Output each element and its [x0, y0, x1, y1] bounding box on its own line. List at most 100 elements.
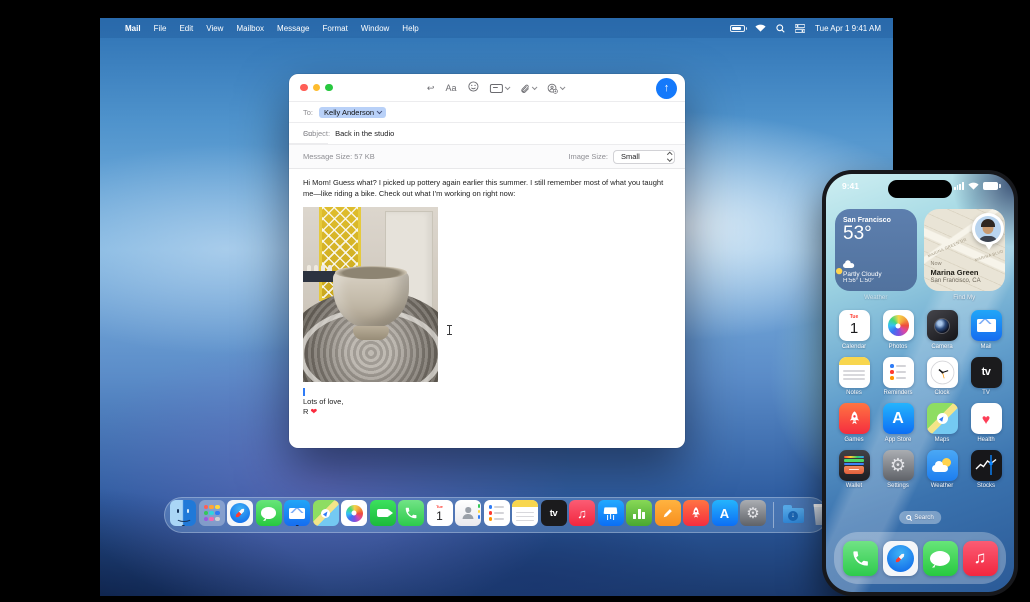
spotlight-search-pill[interactable]: Search [899, 511, 941, 524]
send-button[interactable]: ↑ [656, 77, 677, 99]
maps-app[interactable]: Maps [922, 403, 962, 443]
facetime-dock-icon[interactable] [369, 500, 396, 526]
menu-item-mailbox[interactable]: Mailbox [236, 24, 264, 33]
cellular-signal-icon [953, 182, 964, 190]
wifi-icon [968, 177, 979, 195]
image-size-select[interactable]: Small [613, 149, 675, 164]
insert-photo-icon[interactable] [546, 83, 566, 94]
safari-app-icon[interactable] [882, 540, 918, 576]
search-icon[interactable] [776, 23, 785, 33]
games-dock-icon[interactable] [683, 500, 709, 526]
header-fields-icon[interactable] [489, 83, 511, 93]
tv-app-icon[interactable]: tv [970, 356, 1002, 388]
numbers-dock-icon[interactable] [626, 500, 652, 526]
to-field[interactable]: To: Kelly Anderson [289, 102, 685, 123]
reminders-app-icon[interactable] [882, 356, 914, 388]
emoji-icon[interactable] [467, 79, 479, 97]
menu-bar-clock[interactable]: Tue Apr 1 9:41 AM [815, 24, 881, 33]
minimize-window-button[interactable] [312, 83, 320, 92]
undo-icon[interactable]: ↩ [427, 83, 435, 94]
calendar-app[interactable]: Tue 1 Calendar [834, 310, 874, 350]
format-icon[interactable]: Aa [445, 83, 456, 93]
maps-dock-icon[interactable] [312, 500, 339, 526]
health-app-icon[interactable]: ♥ [970, 403, 1002, 434]
weather-app[interactable]: Weather [922, 449, 962, 489]
wallet-app[interactable]: Wallet [834, 449, 874, 489]
findmy-widget[interactable]: MARINA GREEN DR MARINA BLVD Now Marina G… [923, 209, 1005, 291]
camera-app[interactable]: Camera [922, 310, 962, 350]
contacts-dock-icon[interactable] [455, 500, 481, 526]
stocks-app-icon[interactable] [970, 449, 1002, 481]
menu-item-help[interactable]: Help [402, 24, 418, 33]
messages-app-icon[interactable] [922, 540, 958, 576]
clock-app[interactable]: Clock [922, 356, 962, 396]
app-store-app-icon[interactable]: A [882, 403, 914, 434]
finder-dock-icon[interactable] [170, 500, 196, 526]
calendar-app-icon[interactable]: Tue 1 [838, 310, 870, 341]
phone-app-icon[interactable] [842, 540, 878, 576]
reminders-app[interactable]: Reminders [878, 356, 918, 396]
clock-app-icon[interactable] [926, 356, 958, 388]
maps-app-icon[interactable] [926, 403, 958, 434]
zoom-window-button[interactable] [325, 83, 333, 92]
wallet-app-icon[interactable] [838, 449, 870, 481]
cc-field[interactable]: Cc: [289, 123, 329, 144]
keynote-dock-icon[interactable] [597, 500, 624, 526]
weather-range: H:56° L:50° [843, 278, 874, 284]
tv-app[interactable]: tv TV [966, 356, 1006, 396]
music-dock-icon[interactable]: ♫ [569, 500, 595, 526]
dock-separator [772, 502, 774, 528]
attach-icon[interactable] [519, 83, 538, 94]
mail-dock-icon[interactable] [284, 500, 310, 526]
mail-app[interactable]: Mail [966, 310, 1006, 350]
weather-app-icon[interactable] [926, 449, 958, 481]
safari-dock-icon[interactable] [227, 500, 253, 526]
pottery-photo[interactable] [303, 207, 438, 382]
phone-dock-icon[interactable] [398, 500, 424, 526]
menu-item-edit[interactable]: Edit [179, 24, 193, 33]
settings-app-icon[interactable]: ⚙ [882, 449, 914, 481]
app-store-dock-icon[interactable]: A [711, 500, 738, 526]
menu-item-file[interactable]: File [154, 24, 167, 33]
notes-app-icon[interactable] [838, 356, 870, 388]
reminders-dock-icon[interactable] [483, 500, 510, 526]
menu-item-view[interactable]: View [206, 24, 223, 33]
marketing-composite: Mail File Edit View Mailbox Message Form… [0, 0, 1030, 602]
wifi-icon[interactable] [755, 24, 766, 32]
messages-dock-icon[interactable] [255, 500, 282, 526]
camera-app-icon[interactable] [926, 310, 958, 341]
menu-item-format[interactable]: Format [323, 24, 348, 33]
launchpad-dock-icon[interactable] [198, 500, 225, 526]
music-app-icon[interactable]: ♫ [962, 540, 998, 576]
menu-item-message[interactable]: Message [277, 24, 309, 33]
photos-app[interactable]: Photos [878, 310, 918, 350]
system-settings-dock-icon[interactable]: ⚙ [740, 500, 766, 526]
pages-dock-icon[interactable] [654, 500, 681, 526]
settings-app[interactable]: ⚙ Settings [878, 449, 918, 489]
app-store-app[interactable]: A App Store [878, 403, 918, 443]
games-app[interactable]: Games [834, 403, 874, 443]
mail-app-icon[interactable] [970, 310, 1002, 341]
games-app-icon[interactable] [838, 403, 870, 434]
notes-app[interactable]: Notes [834, 356, 874, 396]
message-body[interactable]: Hi Mom! Guess what? I picked up pottery … [289, 169, 685, 418]
close-window-button[interactable] [300, 83, 308, 92]
control-center-icon[interactable] [795, 23, 806, 33]
downloads-dock-icon[interactable]: ↓ [780, 500, 806, 526]
notes-dock-icon[interactable] [512, 500, 538, 526]
photos-dock-icon[interactable] [341, 500, 367, 526]
calendar-dock-icon[interactable]: Tue 1 [426, 500, 453, 526]
to-label: To: [303, 107, 314, 117]
battery-icon[interactable] [730, 24, 748, 32]
menu-item-window[interactable]: Window [361, 24, 389, 33]
subject-field[interactable]: Subject: Back in the studio [289, 123, 685, 145]
weather-widget-label: Weather [864, 294, 888, 301]
menu-item-mail[interactable]: Mail [125, 24, 141, 33]
recipient-token[interactable]: Kelly Anderson [319, 106, 386, 118]
photos-app-icon[interactable] [882, 310, 914, 341]
stocks-app[interactable]: Stocks [966, 449, 1006, 489]
health-app[interactable]: ♥ Health [966, 403, 1006, 443]
tv-dock-icon[interactable]: tv [540, 500, 567, 526]
app-grid: Tue 1 Calendar Photos Camera Mail Notes … [826, 310, 1014, 489]
weather-widget[interactable]: San Francisco 53° Partly Cloudy H:56° L:… [835, 209, 917, 291]
